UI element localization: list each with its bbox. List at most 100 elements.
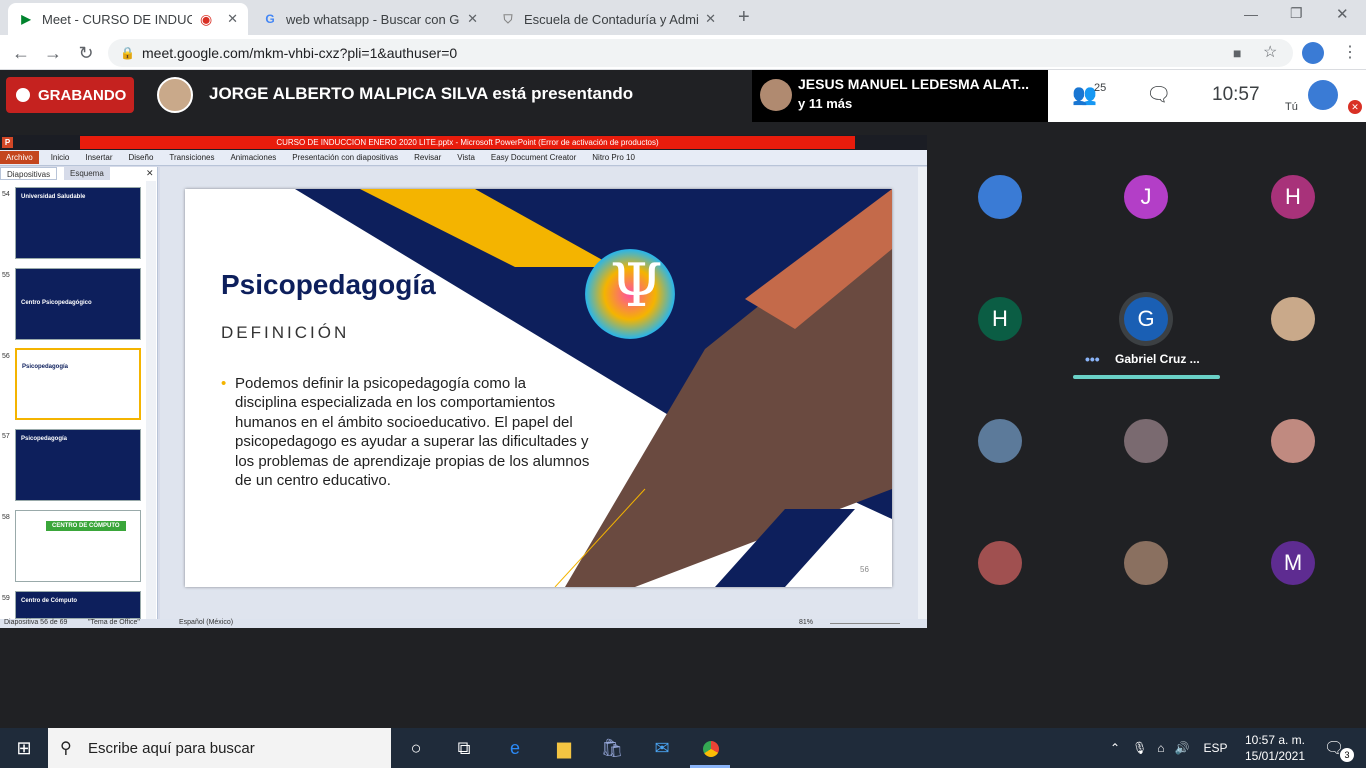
taskbar-search-box[interactable]: ⚲ Escribe aquí para buscar [48, 728, 391, 768]
chrome-icon[interactable] [698, 736, 724, 762]
participant-tile[interactable]: H [978, 297, 1022, 341]
participant-tile[interactable] [1271, 297, 1315, 341]
camera-icon[interactable]: ■ [1233, 39, 1241, 67]
participant-initial: G [1137, 306, 1155, 331]
menu-icon[interactable]: ⋮ [1342, 42, 1358, 62]
maximize-icon[interactable]: ❐ [1290, 5, 1303, 22]
new-tab-icon[interactable]: + [738, 6, 750, 29]
ribbon-tab-presentacion[interactable]: Presentación con diapositivas [284, 153, 406, 162]
participant-tile[interactable]: M [1271, 541, 1315, 585]
cortana-icon[interactable]: ○ [404, 736, 428, 760]
participant-tile[interactable] [1124, 541, 1168, 585]
close-icon[interactable]: ✕ [467, 11, 478, 27]
profile-avatar[interactable] [1302, 42, 1324, 64]
slide-scrollbar[interactable] [918, 167, 927, 619]
close-icon[interactable]: ✕ [227, 11, 238, 27]
url-text: meet.google.com/mkm-vhbi-cxz?pli=1&authu… [142, 45, 458, 61]
star-icon[interactable]: ☆ [1263, 39, 1277, 67]
ribbon-tab-vista[interactable]: Vista [449, 153, 483, 162]
ribbon-tab-archivo[interactable]: Archivo [0, 151, 39, 164]
self-avatar[interactable] [1308, 80, 1338, 110]
tab-meet[interactable]: ▶ Meet - CURSO DE INDUCCIO ◉ ✕ [8, 3, 248, 35]
network-icon[interactable]: ⌂ [1157, 741, 1164, 755]
slide-thumb-55[interactable]: Centro Psicopedagógico [15, 268, 141, 340]
participant-tile[interactable] [978, 419, 1022, 463]
thumb-scrollbar[interactable] [146, 181, 156, 619]
reload-icon[interactable]: ↻ [75, 42, 97, 64]
close-icon[interactable]: ✕ [705, 11, 716, 27]
ribbon-tab-animaciones[interactable]: Animaciones [222, 153, 284, 162]
slide-thumb-54[interactable]: Universidad Saludable [15, 187, 141, 259]
presenter-avatar [157, 77, 193, 113]
chevron-up-icon[interactable]: ⌃ [1110, 741, 1120, 755]
slide-thumb-57[interactable]: Psicopedagogía [15, 429, 141, 501]
slide-thumb-56[interactable]: Psicopedagogía [15, 348, 141, 420]
microphone-icon[interactable]: 🎙 [1132, 741, 1147, 755]
store-icon[interactable]: 🛍 [600, 736, 624, 760]
participant-tile[interactable] [1124, 419, 1168, 463]
recording-label: GRABANDO [38, 86, 127, 104]
participant-tile[interactable]: J [1124, 175, 1168, 219]
slide-title: Psicopedagogía [221, 269, 436, 300]
participant-grid: J H H G ••• Gabriel Cruz ... M [927, 135, 1366, 625]
volume-icon[interactable]: 🔊 [1175, 741, 1190, 755]
participant-initial: H [992, 306, 1008, 331]
participant-tile[interactable]: H [1271, 175, 1315, 219]
thumb-number: 55 [2, 272, 10, 279]
tab-label: Meet - CURSO DE INDUCCIO [42, 11, 192, 27]
thumb-title: Centro de Cómputo [21, 598, 77, 604]
speaker-name: Gabriel Cruz ... [1115, 352, 1200, 366]
speaking-bar [1073, 375, 1220, 379]
slide-body-text: Podemos definir la psicopedagogía como l… [235, 375, 590, 490]
back-icon[interactable]: ← [10, 42, 32, 64]
tab-whatsapp-search[interactable]: G web whatsapp - Buscar con Goo ✕ [252, 3, 488, 35]
ribbon-tab-nitro[interactable]: Nitro Pro 10 [584, 153, 643, 162]
pinned-participants[interactable]: JESUS MANUEL LEDESMA ALAT... y 11 más [752, 70, 1048, 122]
edge-icon[interactable]: e [503, 736, 527, 760]
system-tray: ⌃ 🎙 ⌂ 🔊 ESP [1110, 728, 1228, 768]
file-explorer-icon[interactable]: ▆ [552, 736, 576, 760]
notification-count: 3 [1340, 748, 1354, 762]
participant-tile-speaking[interactable]: G [1124, 297, 1168, 341]
meet-top-bar: GRABANDO JORGE ALBERTO MALPICA SILVA est… [0, 70, 1366, 122]
ribbon-tab-diseno[interactable]: Diseño [121, 153, 162, 162]
thumb-title: Psicopedagogía [21, 436, 68, 442]
close-icon[interactable]: ✕ [146, 168, 154, 179]
search-icon: ⚲ [60, 740, 72, 757]
window-close-icon[interactable]: ✕ [1336, 5, 1349, 23]
search-placeholder: Escribe aquí para buscar [88, 739, 255, 757]
zoom-slider[interactable] [830, 623, 900, 624]
ribbon-tab-insertar[interactable]: Insertar [77, 153, 120, 162]
ribbon-tab-inicio[interactable]: Inicio [43, 153, 78, 162]
taskbar-clock[interactable]: 10:57 a. m. 15/01/2021 [1243, 732, 1307, 764]
windows-start-icon[interactable]: ⊞ [12, 736, 36, 760]
ribbon-tab-revisar[interactable]: Revisar [406, 153, 449, 162]
language-indicator[interactable]: ESP [1204, 741, 1228, 755]
ppt-title-bar: P CURSO DE INDUCCION ENERO 2020 LITE.ppt… [0, 135, 927, 150]
slide-thumb-58[interactable]: CENTRO DE CÓMPUTO [15, 510, 141, 582]
participant-initial: M [1283, 550, 1303, 575]
ppt-ribbon: Archivo Inicio Insertar Diseño Transicio… [0, 150, 927, 166]
pane-tab-diapositivas[interactable]: Diapositivas [0, 167, 58, 180]
slide-thumb-59[interactable]: Centro de Cómputo [15, 591, 141, 619]
shield-icon: ⛉ [503, 11, 513, 26]
status-theme: "Tema de Office" [88, 619, 140, 626]
tab-escuela[interactable]: ⛉ Escuela de Contaduría y Adminis ✕ [490, 3, 726, 35]
thumb-number: 59 [2, 595, 10, 602]
participant-tile[interactable] [1271, 419, 1315, 463]
chat-icon[interactable]: 🗨 [1146, 82, 1171, 107]
task-view-icon[interactable]: ⧉ [452, 736, 476, 760]
mail-icon[interactable]: ✉ [650, 736, 674, 760]
ribbon-tab-transiciones[interactable]: Transiciones [161, 153, 222, 162]
taskbar-time: 10:57 a. m. [1244, 733, 1306, 747]
url-field[interactable]: 🔒 meet.google.com/mkm-vhbi-cxz?pli=1&aut… [108, 39, 1293, 67]
pane-tab-esquema[interactable]: Esquema [64, 167, 110, 180]
taskbar-date: 15/01/2021 [1244, 749, 1306, 763]
participant-initial: H [1285, 184, 1301, 209]
forward-icon[interactable]: → [42, 42, 64, 64]
participant-tile[interactable] [978, 541, 1022, 585]
participant-tile[interactable] [978, 175, 1022, 219]
minimize-icon[interactable]: — [1244, 6, 1258, 22]
audio-indicator-icon: ••• [1085, 351, 1100, 367]
ribbon-tab-easy-document[interactable]: Easy Document Creator [483, 153, 584, 162]
